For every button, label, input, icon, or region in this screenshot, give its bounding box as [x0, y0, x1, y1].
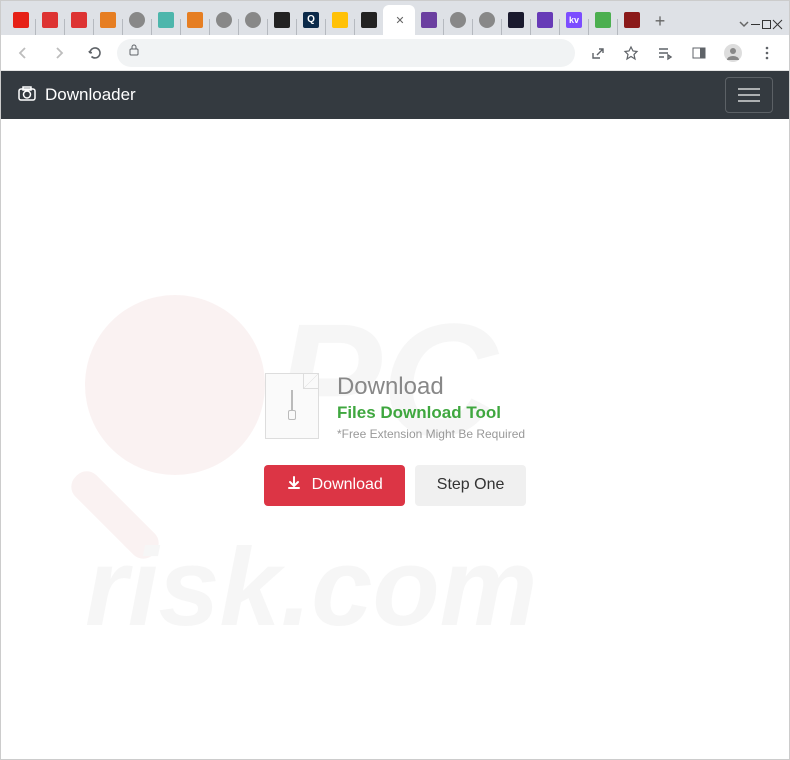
maximize-button[interactable]: [761, 17, 772, 35]
download-info: Download Files Download Tool *Free Exten…: [265, 373, 525, 441]
tab-3[interactable]: [65, 5, 93, 35]
download-title: Download: [337, 373, 525, 401]
tab-7[interactable]: [181, 5, 209, 35]
globe-icon: [450, 12, 466, 28]
close-window-button[interactable]: [772, 17, 783, 35]
download-button-label: Download: [312, 476, 383, 494]
tab-active[interactable]: ✕: [383, 5, 415, 35]
menu-button[interactable]: [753, 39, 781, 67]
main-content: Download Files Download Tool *Free Exten…: [1, 119, 789, 759]
globe-icon: [245, 12, 261, 28]
kv-icon: kv: [566, 12, 582, 28]
download-icon: [71, 12, 87, 28]
warning-icon: [332, 12, 348, 28]
menu-toggle-button[interactable]: [725, 77, 773, 113]
step-one-button-label: Step One: [437, 476, 505, 494]
tab-17[interactable]: [473, 5, 501, 35]
app-icon: [100, 12, 116, 28]
tab-strip: Q ✕ kv +: [1, 1, 789, 35]
tab-13[interactable]: [355, 5, 383, 35]
minimize-button[interactable]: [750, 17, 761, 35]
browser-toolbar: [1, 35, 789, 71]
brand[interactable]: Downloader: [17, 83, 136, 108]
address-bar[interactable]: [117, 39, 575, 67]
tab-9[interactable]: [239, 5, 267, 35]
tab-2[interactable]: [36, 5, 64, 35]
download-button[interactable]: Download: [264, 465, 405, 506]
youtube-icon: [13, 12, 29, 28]
download-arrow-icon: [286, 475, 302, 496]
tab-12[interactable]: [326, 5, 354, 35]
app-icon: [537, 12, 553, 28]
tab-19[interactable]: [531, 5, 559, 35]
globe-icon: [129, 12, 145, 28]
tab-22[interactable]: [618, 5, 646, 35]
button-row: Download Step One: [264, 465, 527, 506]
globe-icon: [216, 12, 232, 28]
profile-button[interactable]: [719, 39, 747, 67]
app-icon: [361, 12, 377, 28]
forward-button[interactable]: [45, 39, 73, 67]
back-button[interactable]: [9, 39, 37, 67]
lock-icon: [127, 43, 141, 62]
bookmark-button[interactable]: [617, 39, 645, 67]
sidepanel-button[interactable]: [685, 39, 713, 67]
globe-icon: [479, 12, 495, 28]
tab-20[interactable]: kv: [560, 5, 588, 35]
site-header: Downloader: [1, 71, 789, 119]
camera-icon: [17, 83, 37, 108]
new-tab-button[interactable]: +: [646, 7, 674, 35]
step-one-button[interactable]: Step One: [415, 465, 527, 506]
download-note: *Free Extension Might Be Required: [337, 427, 525, 441]
playlist-button[interactable]: [651, 39, 679, 67]
zip-file-icon: [265, 373, 319, 439]
close-tab-icon[interactable]: ✕: [395, 14, 404, 27]
reload-button[interactable]: [81, 39, 109, 67]
tab-16[interactable]: [444, 5, 472, 35]
tab-21[interactable]: [589, 5, 617, 35]
hamburger-icon: [738, 94, 760, 96]
tab-4[interactable]: [94, 5, 122, 35]
tab-15[interactable]: [415, 5, 443, 35]
download-subtitle: Files Download Tool: [337, 403, 525, 423]
download-icon: [595, 12, 611, 28]
app-icon: [421, 12, 437, 28]
tab-5[interactable]: [123, 5, 151, 35]
browser-window: Q ✕ kv +: [0, 0, 790, 760]
tab-8[interactable]: [210, 5, 238, 35]
download-icon: [42, 12, 58, 28]
tab-10[interactable]: [268, 5, 296, 35]
pause-icon: [274, 12, 290, 28]
tab-1[interactable]: [7, 5, 35, 35]
brand-text: Downloader: [45, 85, 136, 105]
tab-11[interactable]: Q: [297, 5, 325, 35]
moon-icon: [508, 12, 524, 28]
tab-6[interactable]: [152, 5, 180, 35]
page-content: Downloader PC risk.com Download Files Do…: [1, 71, 789, 759]
bars-icon: [187, 12, 203, 28]
share-button[interactable]: [583, 39, 611, 67]
tabs-dropdown-button[interactable]: [738, 17, 750, 35]
app-icon: [158, 12, 174, 28]
q-icon: Q: [303, 12, 319, 28]
app-icon: [624, 12, 640, 28]
tab-18[interactable]: [502, 5, 530, 35]
